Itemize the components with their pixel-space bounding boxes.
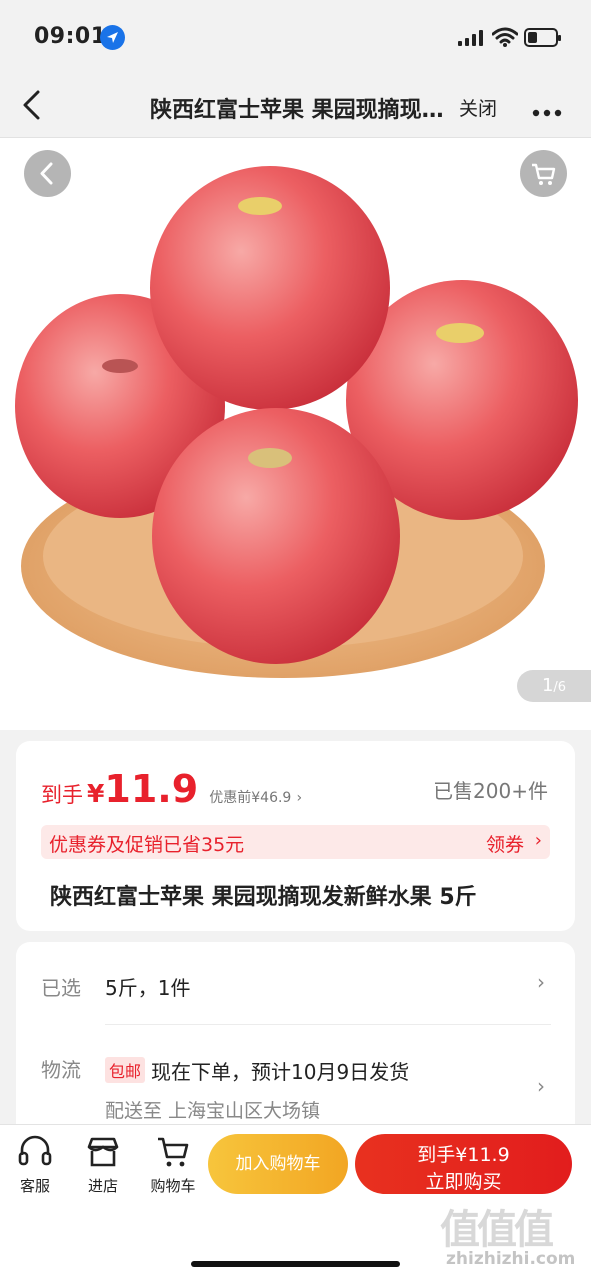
chevron-right-icon[interactable]: › [296,790,302,806]
status-time: 09:01 [34,24,107,49]
wifi-icon [491,27,519,51]
buy-price-text: 到手¥11.9 [417,1144,510,1166]
image-pager: 1/6 [517,670,591,702]
watermark-logo: 值值值 [440,1207,554,1253]
selected-value[interactable]: 5斤，1件 [105,972,190,1001]
divider [105,1024,551,1025]
shopping-cart-icon [158,1137,189,1167]
chevron-right-icon: › [534,830,542,851]
cart-icon[interactable] [520,150,567,197]
chevron-right-icon[interactable]: › [537,1074,545,1098]
store-tab[interactable]: 进店 [73,1135,133,1196]
product-image-apples [15,166,578,678]
currency-symbol: ¥ [87,779,105,808]
sold-count: 已售200+件 [433,779,548,803]
chevron-right-icon[interactable]: › [537,970,545,994]
promo-text: 优惠券及促销已省35元 [49,834,245,856]
promo-banner[interactable]: 优惠券及促销已省35元 领券 › [41,825,550,859]
logistics-label: 物流 [41,1058,81,1082]
cart-tab[interactable]: 购物车 [143,1135,203,1196]
free-shipping-badge: 包邮 [105,1057,146,1083]
store-icon [87,1137,119,1167]
buy-now-text: 立即购买 [425,1171,502,1193]
cellular-signal-icon [458,30,484,50]
price-card: 到手 ¥11.9 优惠前¥46.9 › 已售200+件 优惠券及促销已省35元 领… [16,741,575,931]
get-coupon-link[interactable]: 领券 [486,830,524,857]
gallery-back-icon[interactable] [24,150,71,197]
pager-total: /6 [553,680,567,695]
navigation-bar: 陕西红富士苹果 果园现摘现发新鲜水果 5斤 关闭 [0,72,591,138]
buy-now-button[interactable]: 到手¥11.9 立即购买 [355,1134,572,1194]
pager-current: 1 [541,675,554,696]
back-arrow-icon[interactable] [18,88,48,122]
add-to-cart-button[interactable]: 加入购物车 [208,1134,348,1194]
product-image-gallery[interactable]: 1/6 [0,138,591,730]
location-arrow-icon [100,25,125,50]
headset-icon [18,1135,52,1166]
price-label: 到手 [41,783,83,807]
battery-icon [524,28,561,47]
cart-label: 购物车 [150,1177,196,1195]
page-title: 陕西红富士苹果 果园现摘现发新鲜水果 5斤 [150,98,450,123]
options-card: 已选 5斤，1件 › 物流 包邮 现在下单，预计10月9日发货 配送至 上海宝山区… [16,942,575,1142]
original-price[interactable]: 优惠前¥46.9 [209,790,291,806]
price-row: 到手 ¥11.9 优惠前¥46.9 › [41,767,302,811]
more-options-icon[interactable] [532,102,562,121]
customer-service-tab[interactable]: 客服 [5,1135,65,1196]
shipping-info[interactable]: 包邮 现在下单，预计10月9日发货 [105,1056,409,1085]
watermark-text: zhizhizhi.com [446,1249,576,1269]
store-label: 进店 [87,1177,118,1195]
shipping-text: 现在下单，预计10月9日发货 [151,1060,410,1084]
close-button[interactable]: 关闭 [459,94,497,121]
delivery-address[interactable]: 配送至 上海宝山区大场镇 [105,1096,320,1123]
bottom-action-bar: 客服 进店 购物车 加入购物车 到手¥11.9 立即购买 值值值 zhizhiz… [0,1124,591,1280]
selected-label: 已选 [41,976,81,1000]
home-indicator[interactable] [191,1261,400,1267]
price-amount: 11.9 [104,767,199,811]
status-bar: 09:01 [0,0,591,72]
service-label: 客服 [19,1177,50,1195]
product-title: 陕西红富士苹果 果园现摘现发新鲜水果 5斤 [50,885,477,910]
